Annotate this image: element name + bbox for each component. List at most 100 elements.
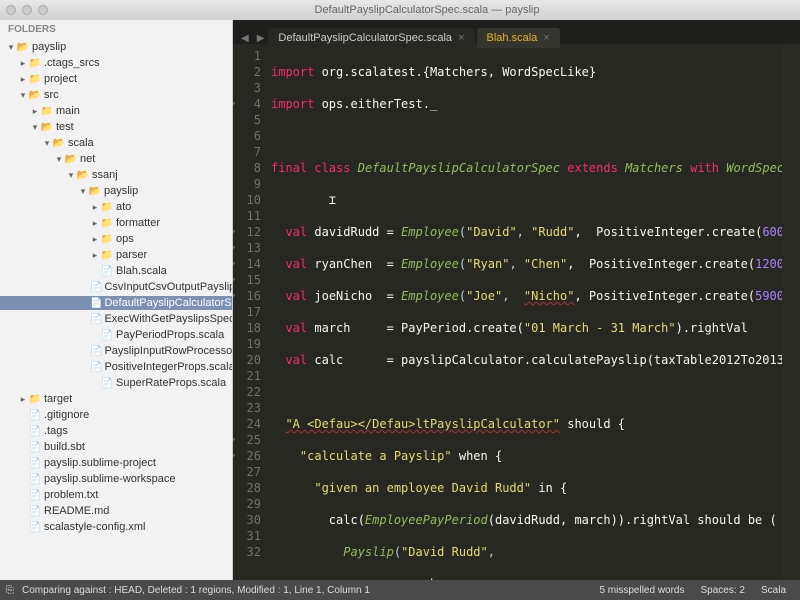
tree-item[interactable]: ▸📁target [0, 392, 232, 406]
tree-item[interactable]: ▸📁parser [0, 248, 232, 262]
line-number[interactable]: 28 [233, 480, 261, 496]
tree-item[interactable]: 📄PayPeriodProps.scala [0, 328, 232, 342]
editor-tab[interactable]: DefaultPayslipCalculatorSpec.scala× [268, 28, 474, 48]
disclosure-icon[interactable]: ▸ [90, 202, 100, 213]
tree-item[interactable]: 📄build.sbt [0, 440, 232, 454]
tree-item[interactable]: 📄PayslipInputRowProcessorSpec.scala [0, 344, 232, 358]
status-indent[interactable]: Spaces: 2 [693, 585, 753, 596]
tree-item[interactable]: ▾📂ssanj [0, 168, 232, 182]
line-number[interactable]: 31 [233, 528, 261, 544]
line-number[interactable]: 1 [233, 48, 261, 64]
status-language[interactable]: Scala [753, 585, 794, 596]
tab-prev-icon[interactable]: ◀ [237, 33, 253, 44]
tree-item[interactable]: ▾📂src [0, 88, 232, 102]
tree-item[interactable]: 📄payslip.sublime-workspace [0, 472, 232, 486]
tree-item[interactable]: ▾📂net [0, 152, 232, 166]
tree-item[interactable]: ▾📂scala [0, 136, 232, 150]
tree-item[interactable]: 📄CsvInputCsvOutputPayslipGeneratorSpec.s… [0, 280, 232, 294]
zoom-window-icon[interactable] [38, 5, 48, 15]
line-number[interactable]: 26 [233, 448, 261, 464]
line-number[interactable]: 17 [233, 304, 261, 320]
line-number[interactable]: 5 [233, 112, 261, 128]
tree-item[interactable]: 📄Blah.scala [0, 264, 232, 278]
traffic-lights[interactable] [6, 5, 48, 15]
disclosure-icon[interactable]: ▸ [90, 250, 100, 261]
tree-item[interactable]: ▸📁.ctags_srcs [0, 56, 232, 70]
code-editor[interactable]: import org.scalatest.{Matchers, WordSpec… [267, 44, 782, 580]
tree-item[interactable]: 📄problem.txt [0, 488, 232, 502]
tree-item[interactable]: 📄SuperRateProps.scala [0, 376, 232, 390]
tree-item[interactable]: 📄.tags [0, 424, 232, 438]
disclosure-icon[interactable]: ▾ [42, 138, 52, 149]
tree-item-label: .gitignore [44, 409, 89, 421]
disclosure-icon[interactable]: ▾ [54, 154, 64, 165]
line-number[interactable]: 29 [233, 496, 261, 512]
line-number[interactable]: 11 [233, 208, 261, 224]
folder-tree[interactable]: ▾📂payslip ▸📁.ctags_srcs ▸📁project ▾📂src ▸📁ma… [0, 39, 232, 535]
tree-item[interactable]: 📄PositiveIntegerProps.scala [0, 360, 232, 374]
tree-item[interactable]: 📄.gitignore [0, 408, 232, 422]
tree-item[interactable]: ▸📁formatter [0, 216, 232, 230]
tree-item[interactable]: 📄payslip.sublime-project [0, 456, 232, 470]
line-number[interactable]: 9 [233, 176, 261, 192]
status-spelling[interactable]: 5 misspelled words [591, 585, 692, 596]
editor-tab[interactable]: Blah.scala× [477, 28, 560, 48]
tree-item[interactable]: ▾📂test [0, 120, 232, 134]
line-number[interactable]: 12 [233, 224, 261, 240]
tree-item[interactable]: 📄README.md [0, 504, 232, 518]
line-number[interactable]: 14 [233, 256, 261, 272]
line-number[interactable]: 16 [233, 288, 261, 304]
line-number[interactable]: 10 [233, 192, 261, 208]
line-number[interactable]: 20 [233, 352, 261, 368]
tree-item[interactable]: ▸📁ato [0, 200, 232, 214]
disclosure-icon[interactable]: ▸ [90, 234, 100, 245]
minimize-window-icon[interactable] [22, 5, 32, 15]
disclosure-icon[interactable]: ▾ [66, 170, 76, 181]
close-tab-icon[interactable]: × [458, 32, 464, 44]
tree-item[interactable]: ▾📂payslip [0, 40, 232, 54]
tree-item[interactable]: ▸📁project [0, 72, 232, 86]
line-number[interactable]: 4 [233, 96, 261, 112]
line-number[interactable]: 32 [233, 544, 261, 560]
tree-item[interactable]: 📄scalastyle-config.xml [0, 520, 232, 534]
tree-item-label: payslip [32, 41, 66, 53]
line-number[interactable]: 22 [233, 384, 261, 400]
line-number[interactable]: 24 [233, 416, 261, 432]
tree-item[interactable]: 📄ExecWithGetPayslipsSpec.scala [0, 312, 232, 326]
line-number[interactable]: 8 [233, 160, 261, 176]
line-number[interactable]: 21 [233, 368, 261, 384]
line-number[interactable]: 18 [233, 320, 261, 336]
line-number[interactable]: 27 [233, 464, 261, 480]
line-number[interactable]: 7 [233, 144, 261, 160]
tab-bar[interactable]: ◀ ▶ DefaultPayslipCalculatorSpec.scala×B… [233, 20, 800, 44]
line-number[interactable]: 3 [233, 80, 261, 96]
line-number[interactable]: 2 [233, 64, 261, 80]
line-number[interactable]: 15 [233, 272, 261, 288]
close-tab-icon[interactable]: × [543, 32, 549, 44]
disclosure-icon[interactable]: ▸ [30, 106, 40, 117]
line-number[interactable]: 6 [233, 128, 261, 144]
minimap[interactable] [782, 44, 800, 580]
line-number[interactable]: 23 [233, 400, 261, 416]
line-number[interactable]: 19 [233, 336, 261, 352]
line-gutter[interactable]: 1234567891011121314151617181920212223242… [233, 44, 267, 580]
disclosure-icon[interactable]: ▾ [78, 186, 88, 197]
disclosure-icon[interactable]: ▾ [18, 90, 28, 101]
line-number[interactable]: 25 [233, 432, 261, 448]
tab-next-icon[interactable]: ▶ [253, 33, 269, 44]
line-number[interactable]: 30 [233, 512, 261, 528]
disclosure-icon[interactable]: ▾ [6, 42, 16, 53]
folder-icon: 📁 [28, 58, 42, 69]
disclosure-icon[interactable]: ▸ [18, 394, 28, 405]
tree-item[interactable]: ▸📁main [0, 104, 232, 118]
disclosure-icon[interactable]: ▸ [18, 74, 28, 85]
tree-item[interactable]: 📄DefaultPayslipCalculatorSpec.scala [0, 296, 232, 310]
close-window-icon[interactable] [6, 5, 16, 15]
disclosure-icon[interactable]: ▸ [90, 218, 100, 229]
disclosure-icon[interactable]: ▾ [30, 122, 40, 133]
tree-item[interactable]: ▸📁ops [0, 232, 232, 246]
tree-item[interactable]: ▾📂payslip [0, 184, 232, 198]
line-number[interactable]: 13 [233, 240, 261, 256]
disclosure-icon[interactable]: ▸ [18, 58, 28, 69]
folder-sidebar[interactable]: FOLDERS ▾📂payslip▸📁.ctags_srcs▸📁project▾… [0, 20, 233, 580]
